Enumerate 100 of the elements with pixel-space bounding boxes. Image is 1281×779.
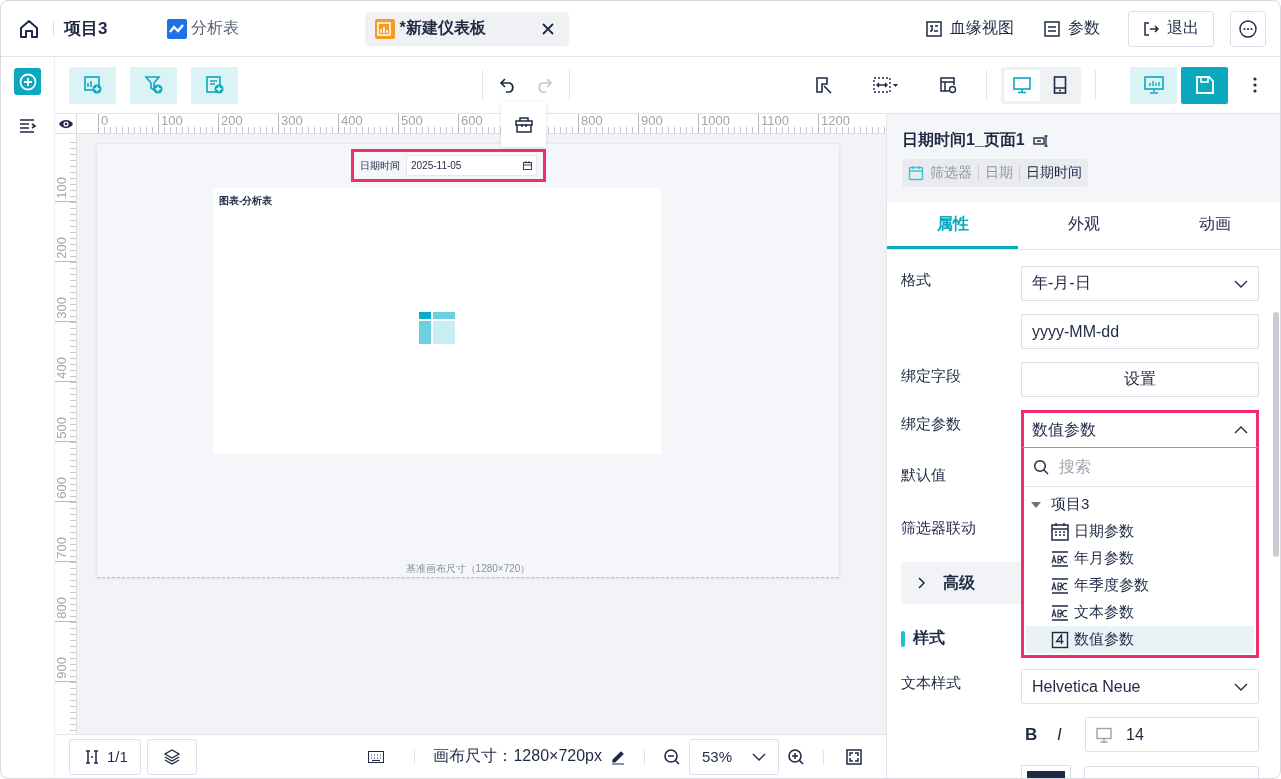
text-type-icon — [1051, 549, 1069, 568]
chart-card[interactable]: 图表-分析表 — [213, 188, 661, 454]
layout-settings-icon — [939, 76, 957, 94]
logout-icon — [1143, 20, 1159, 37]
chart-placeholder-icon — [419, 312, 455, 344]
save-icon — [1194, 75, 1215, 95]
text-type-icon — [1051, 603, 1069, 622]
ruler-label: 100 — [160, 114, 184, 128]
add-filter-button[interactable] — [130, 66, 177, 104]
monitor-icon — [1013, 76, 1031, 94]
calendar-icon — [523, 161, 532, 170]
canvas-size-note: 基准画布尺寸（1280×720） — [404, 562, 532, 576]
date-field[interactable]: 2025-11-05 — [406, 155, 537, 176]
ruler-label: 500 — [400, 114, 424, 128]
more-icon — [1239, 19, 1257, 38]
pattern-input-field[interactable]: yyyy-MM-dd — [1021, 314, 1259, 349]
ruler-label: 500 — [55, 417, 70, 441]
ruler-label: 0 — [100, 114, 110, 128]
parameter-option[interactable]: 年月参数 — [1026, 545, 1254, 572]
fit-screen-icon[interactable] — [846, 748, 862, 765]
header-action-button[interactable]: 参数 — [1044, 10, 1100, 47]
kebab-icon — [1253, 77, 1257, 93]
font-select[interactable]: Helvetica Neue — [1021, 669, 1259, 704]
chevron-right-icon — [917, 576, 927, 590]
bold-button[interactable]: B — [1021, 724, 1053, 745]
add-chart-icon — [82, 75, 103, 95]
caret-icon — [1031, 500, 1041, 509]
field-label: 筛选器联动 — [901, 519, 976, 536]
ruler-label: 700 — [55, 537, 70, 561]
chevron-down-icon — [1234, 279, 1248, 288]
ruler-label: 1200 — [820, 114, 851, 128]
calendar-icon — [908, 165, 924, 181]
filter-label: 日期时间 — [360, 158, 400, 173]
sliders-icon — [1044, 20, 1060, 37]
zoom-out-icon[interactable] — [663, 747, 681, 766]
header-action-button[interactable]: 退出 — [1128, 10, 1214, 47]
font-size-field[interactable]: 14 — [1085, 717, 1259, 752]
panel-tab[interactable]: 动画 — [1149, 202, 1280, 249]
parameter-option[interactable]: 数值参数 — [1026, 626, 1254, 653]
visibility-icon[interactable] — [57, 117, 74, 130]
ruler-label: 900 — [640, 114, 664, 128]
canvas-size-text: 画布尺寸：1280×720px — [433, 746, 602, 766]
document-tab[interactable]: *新建仪表板 — [365, 11, 570, 46]
section-title: 样式 — [913, 628, 945, 648]
parameter-option[interactable]: 年季度参数 — [1026, 572, 1254, 599]
italic-button[interactable]: I — [1053, 724, 1085, 745]
type-crumb: 日期时间 — [1026, 164, 1082, 182]
panel-tab[interactable]: 外观 — [1018, 202, 1149, 249]
ruler-label: 800 — [55, 597, 70, 621]
align-icon — [873, 77, 899, 93]
more-button[interactable] — [1230, 10, 1266, 47]
tablet-icon — [1051, 76, 1069, 94]
chevron-down-icon — [1234, 682, 1248, 691]
field-label: 文本样式 — [901, 674, 961, 691]
type-crumb: 筛选器 — [930, 164, 972, 182]
ruler-label: 400 — [340, 114, 364, 128]
zoom-in-icon[interactable] — [787, 747, 805, 766]
outline-icon[interactable] — [18, 118, 37, 134]
text-type-icon — [1051, 576, 1069, 595]
keyboard-icon[interactable] — [368, 750, 385, 763]
add-button[interactable] — [14, 68, 41, 95]
toolbox-icon[interactable] — [514, 115, 533, 134]
component-title: 日期时间1_页面1 — [902, 130, 1025, 150]
parameter-select[interactable]: 数值参数 — [1021, 410, 1259, 448]
page-button[interactable]: 1/1 — [69, 738, 141, 775]
settings-button[interactable]: 设置 — [1021, 362, 1259, 397]
field-label: 绑定字段 — [901, 367, 961, 384]
tree-node[interactable]: 项目3 — [1024, 491, 1256, 518]
ruler-label: 200 — [55, 237, 70, 261]
format-select[interactable]: 年-月-日 — [1021, 266, 1259, 301]
ruler-label: 400 — [55, 357, 70, 381]
document-tab[interactable]: 分析表 — [157, 11, 250, 46]
save-button[interactable] — [1181, 66, 1228, 104]
number-type-icon — [1051, 630, 1069, 649]
add-text-icon — [204, 75, 225, 95]
header-action-button[interactable]: 血缘视图 — [926, 10, 1014, 47]
device-toggle[interactable] — [1004, 69, 1040, 101]
add-chart-button[interactable] — [69, 66, 116, 104]
parameter-option[interactable]: 文本参数 — [1026, 599, 1254, 626]
layers-icon — [163, 748, 180, 765]
preview-icon — [1143, 75, 1164, 95]
ruler-label: 100 — [55, 177, 70, 201]
date-filter-widget[interactable]: 日期时间 2025-11-05 — [351, 149, 546, 182]
field-label: 格式 — [901, 271, 931, 288]
field-label: 默认值 — [901, 466, 946, 483]
chart-title: 图表-分析表 — [219, 194, 273, 208]
layers-button[interactable] — [146, 738, 197, 775]
add-text-button[interactable] — [191, 66, 238, 104]
project-title: 项目3 — [64, 18, 108, 40]
ruler-label: 1000 — [700, 114, 731, 128]
add-filter-icon — [143, 75, 164, 95]
parameter-option[interactable]: 日期参数 — [1026, 518, 1254, 545]
ruler-label: 800 — [580, 114, 604, 128]
field-label: 绑定参数 — [901, 415, 961, 432]
close-icon[interactable] — [541, 21, 556, 36]
zoom-select[interactable]: 53% — [689, 738, 779, 775]
ruler-label: 1100 — [760, 114, 790, 128]
chevron-up-icon — [1234, 426, 1248, 434]
calendar-icon — [1051, 522, 1069, 541]
rename-icon[interactable] — [1032, 134, 1049, 147]
